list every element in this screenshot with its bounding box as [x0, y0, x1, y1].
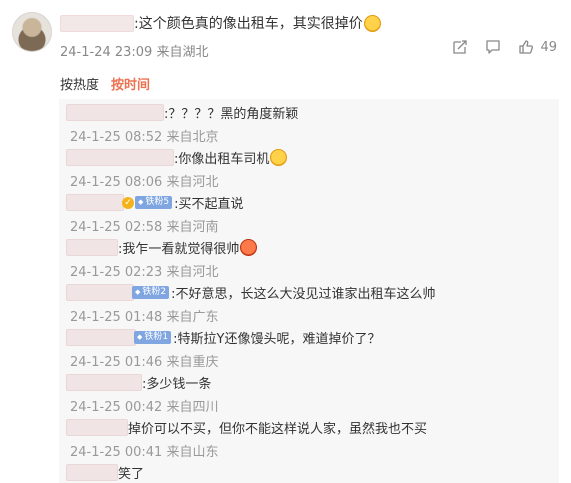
- list-item: :你像出租车司机: [66, 148, 288, 167]
- username-blurred[interactable]: [66, 374, 142, 391]
- reply-text: :买不起直说: [174, 197, 244, 212]
- username-blurred[interactable]: [66, 284, 134, 301]
- list-item: 铁粉2:不好意思，长这么大没见过谁家出租车这么帅: [66, 283, 436, 302]
- reply-text: :多少钱一条: [142, 377, 212, 392]
- comment-icon[interactable]: [485, 39, 501, 55]
- reply-meta: 24-1-25 01:48 来自广东: [70, 310, 219, 325]
- fan-badge: 铁粉5: [135, 196, 173, 209]
- list-item: ✓铁粉5:买不起直说: [66, 193, 244, 212]
- main-comment-line: :这个颜色真的像出租车，其实很掉价: [60, 13, 381, 33]
- avatar[interactable]: [12, 12, 52, 52]
- comment-actions: 49: [452, 39, 557, 55]
- username-blurred[interactable]: [66, 419, 128, 436]
- grin-emoji-icon: [270, 149, 288, 166]
- list-item: 笑了: [66, 463, 144, 482]
- reply-meta: 24-1-25 08:06 来自河北: [70, 175, 219, 190]
- reply-text: :我乍一看就觉得很帅: [118, 242, 240, 257]
- reply-list: :？？？？黑的角度新颖 24-1-25 08:52 来自北京 :你像出租车司机 …: [59, 99, 559, 483]
- username-blurred[interactable]: [66, 239, 118, 256]
- fan-badge: 铁粉2: [132, 286, 170, 299]
- reply-meta: 24-1-25 01:46 来自重庆: [70, 355, 219, 370]
- fan-badge: 铁粉1: [134, 331, 172, 344]
- username-blurred[interactable]: [66, 149, 174, 166]
- main-comment: :这个颜色真的像出租车，其实很掉价 24-1-24 23:09 来自湖北 49: [0, 0, 571, 64]
- reply-text: :特斯拉Y还像馒头呢，难道掉价了？: [173, 332, 381, 347]
- username-blurred[interactable]: [66, 194, 124, 211]
- reply-meta: 24-1-25 00:42 来自四川: [70, 400, 219, 415]
- reply-meta: 24-1-25 02:58 来自河南: [70, 220, 219, 235]
- list-item: :？？？？黑的角度新颖: [66, 103, 298, 122]
- reply-text: 笑了: [118, 467, 145, 482]
- username-blurred[interactable]: [60, 14, 134, 32]
- reply-text: :？？？？黑的角度新颖: [164, 107, 299, 122]
- username-blurred[interactable]: [66, 464, 118, 481]
- main-comment-meta: 24-1-24 23:09 来自湖北: [60, 45, 209, 60]
- username-blurred[interactable]: [66, 104, 164, 121]
- username-blurred[interactable]: [66, 329, 136, 346]
- reply-text: :你像出租车司机: [174, 152, 270, 167]
- reply-meta: 24-1-25 00:41 来自山东: [70, 445, 219, 460]
- share-icon[interactable]: [452, 39, 468, 55]
- thumbs-up-icon: [519, 40, 534, 54]
- reply-meta: 24-1-25 08:52 来自北京: [70, 130, 219, 145]
- like-button[interactable]: 49: [518, 39, 557, 55]
- reply-text: :不好意思，长这么大没见过谁家出租车这么帅: [171, 287, 436, 302]
- list-item: 掉价可以不买，但你不能这样说人家，虽然我也不买: [66, 418, 427, 437]
- tab-sort-by-hot[interactable]: 按热度: [60, 74, 99, 93]
- verified-icon: ✓: [122, 196, 134, 209]
- like-count: 49: [540, 39, 557, 55]
- list-item: :我乍一看就觉得很帅: [66, 238, 258, 257]
- reply-meta: 24-1-25 02:23 来自河北: [70, 265, 219, 280]
- sort-tabs: 按热度 按时间: [60, 74, 150, 93]
- red-emoji-icon: [240, 239, 258, 256]
- laugh-cry-emoji-icon: [363, 14, 381, 32]
- tab-sort-by-time[interactable]: 按时间: [111, 74, 150, 93]
- reply-text: 掉价可以不买，但你不能这样说人家，虽然我也不买: [128, 422, 428, 437]
- list-item: 铁粉1:特斯拉Y还像馒头呢，难道掉价了？: [66, 328, 380, 347]
- list-item: :多少钱一条: [66, 373, 211, 392]
- main-comment-text: :这个颜色真的像出租车，其实很掉价: [134, 16, 363, 32]
